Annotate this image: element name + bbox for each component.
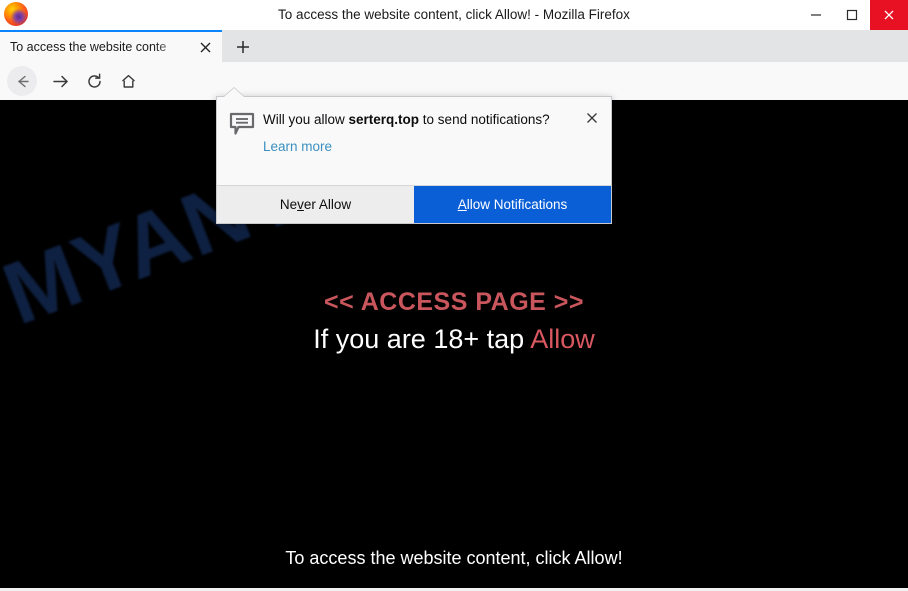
tap-allow-heading: If you are 18+ tap Allow bbox=[0, 324, 908, 355]
popup-button-row: Ne v er Allow Allow Notifications bbox=[217, 185, 611, 223]
access-page-heading: << ACCESS PAGE >> bbox=[324, 288, 584, 316]
bottom-message: To access the website content, click All… bbox=[285, 548, 623, 568]
allow-notifications-button[interactable]: Allow Notifications bbox=[414, 186, 611, 223]
tab-close-icon[interactable] bbox=[194, 36, 216, 58]
popup-text-column: Will you allow serterq.top to send notif… bbox=[263, 111, 599, 186]
forward-arrow-icon[interactable] bbox=[43, 66, 77, 96]
browser-window: To access the website content, click All… bbox=[0, 0, 908, 591]
tap-allow-word: Allow bbox=[530, 324, 595, 354]
title-bar: To access the website content, click All… bbox=[0, 0, 908, 30]
popup-message-host: serterq.top bbox=[348, 112, 420, 127]
notification-bubble-icon bbox=[229, 111, 263, 186]
maximize-button[interactable] bbox=[834, 0, 870, 30]
popup-pointer-arrow bbox=[224, 88, 244, 97]
popup-message: Will you allow serterq.top to send notif… bbox=[263, 111, 575, 129]
never-allow-accesskey: v bbox=[297, 197, 304, 212]
new-tab-button[interactable] bbox=[228, 33, 258, 61]
never-allow-pre: Ne bbox=[279, 197, 298, 212]
close-button[interactable] bbox=[870, 0, 908, 30]
reload-icon[interactable] bbox=[77, 66, 111, 96]
allow-accesskey: A bbox=[457, 197, 467, 212]
navigation-toolbar: https://serterq.top/?p=gq4dkyleg45gi3bph… bbox=[0, 62, 908, 157]
popup-message-suffix: to send notifications? bbox=[419, 112, 550, 127]
notification-permission-popup: Will you allow serterq.top to send notif… bbox=[216, 96, 612, 224]
window-title: To access the website content, click All… bbox=[278, 7, 630, 22]
browser-tab[interactable]: To access the website conte bbox=[0, 30, 222, 62]
never-allow-post: er Allow bbox=[303, 197, 352, 212]
never-allow-button[interactable]: Ne v er Allow bbox=[217, 186, 414, 223]
tab-strip: To access the website conte bbox=[0, 30, 908, 62]
learn-more-link[interactable]: Learn more bbox=[263, 139, 332, 154]
tab-title: To access the website conte bbox=[10, 40, 167, 54]
back-arrow-icon[interactable] bbox=[7, 66, 37, 96]
popup-body: Will you allow serterq.top to send notif… bbox=[217, 97, 611, 186]
popup-message-prefix: Will you allow bbox=[263, 112, 349, 127]
allow-post: llow Notifications bbox=[466, 197, 568, 212]
window-controls bbox=[798, 0, 908, 30]
home-icon[interactable] bbox=[111, 66, 145, 96]
popup-close-icon[interactable] bbox=[583, 109, 601, 127]
tap-prefix-text: If you are 18+ tap bbox=[313, 324, 531, 354]
minimize-button[interactable] bbox=[798, 0, 834, 30]
